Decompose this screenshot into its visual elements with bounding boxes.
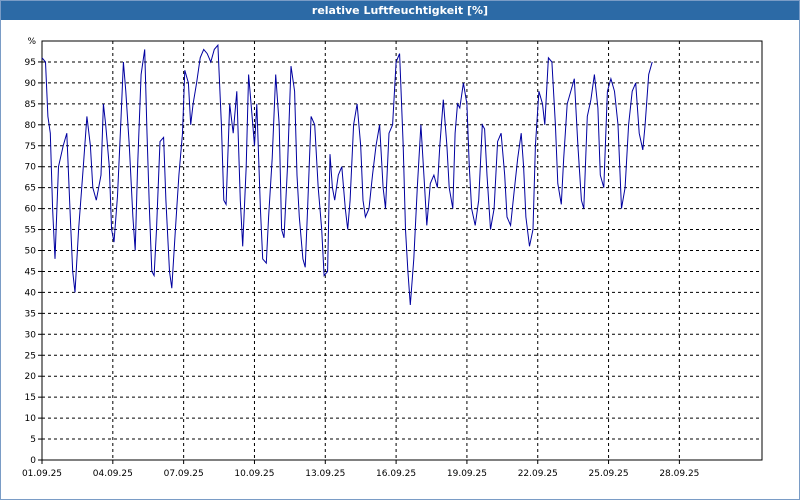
y-tick-label: 95: [25, 58, 36, 68]
y-tick-label: 65: [25, 184, 36, 194]
y-axis-unit-label: %: [27, 37, 36, 47]
y-tick-label: 80: [25, 121, 37, 131]
x-tick-label: 07.09.25: [164, 469, 204, 479]
y-tick-label: 85: [25, 100, 36, 110]
y-tick-label: 5: [30, 435, 36, 445]
y-tick-label: 0: [30, 456, 36, 466]
y-tick-label: 15: [25, 393, 36, 403]
x-tick-label: 01.09.25: [22, 469, 62, 479]
y-tick-label: 55: [25, 226, 36, 236]
x-tick-label: 10.09.25: [234, 469, 274, 479]
y-tick-label: 75: [25, 142, 36, 152]
y-tick-label: 70: [25, 163, 37, 173]
y-tick-label: 60: [25, 205, 37, 215]
y-tick-label: 90: [25, 79, 37, 89]
x-tick-label: 25.09.25: [589, 469, 629, 479]
y-tick-label: 10: [25, 414, 37, 424]
x-tick-label: 16.09.25: [376, 469, 416, 479]
y-tick-label: 30: [25, 330, 37, 340]
x-tick-label: 19.09.25: [447, 469, 487, 479]
x-tick-label: 22.09.25: [518, 469, 558, 479]
x-tick-label: 28.09.25: [659, 469, 699, 479]
y-tick-label: 50: [25, 247, 37, 257]
y-tick-label: 40: [25, 288, 37, 298]
x-tick-label: 13.09.25: [305, 469, 345, 479]
y-tick-label: 45: [25, 267, 36, 277]
y-tick-label: 35: [25, 309, 36, 319]
x-tick-label: 04.09.25: [93, 469, 133, 479]
y-tick-label: 25: [25, 351, 36, 361]
y-tick-label: 20: [25, 372, 37, 382]
humidity-line-chart: 0 5 10 15 20 25 30 35 40 45 50 55 60 65 70 75 80 85 90 95% 0…: [22, 37, 763, 479]
